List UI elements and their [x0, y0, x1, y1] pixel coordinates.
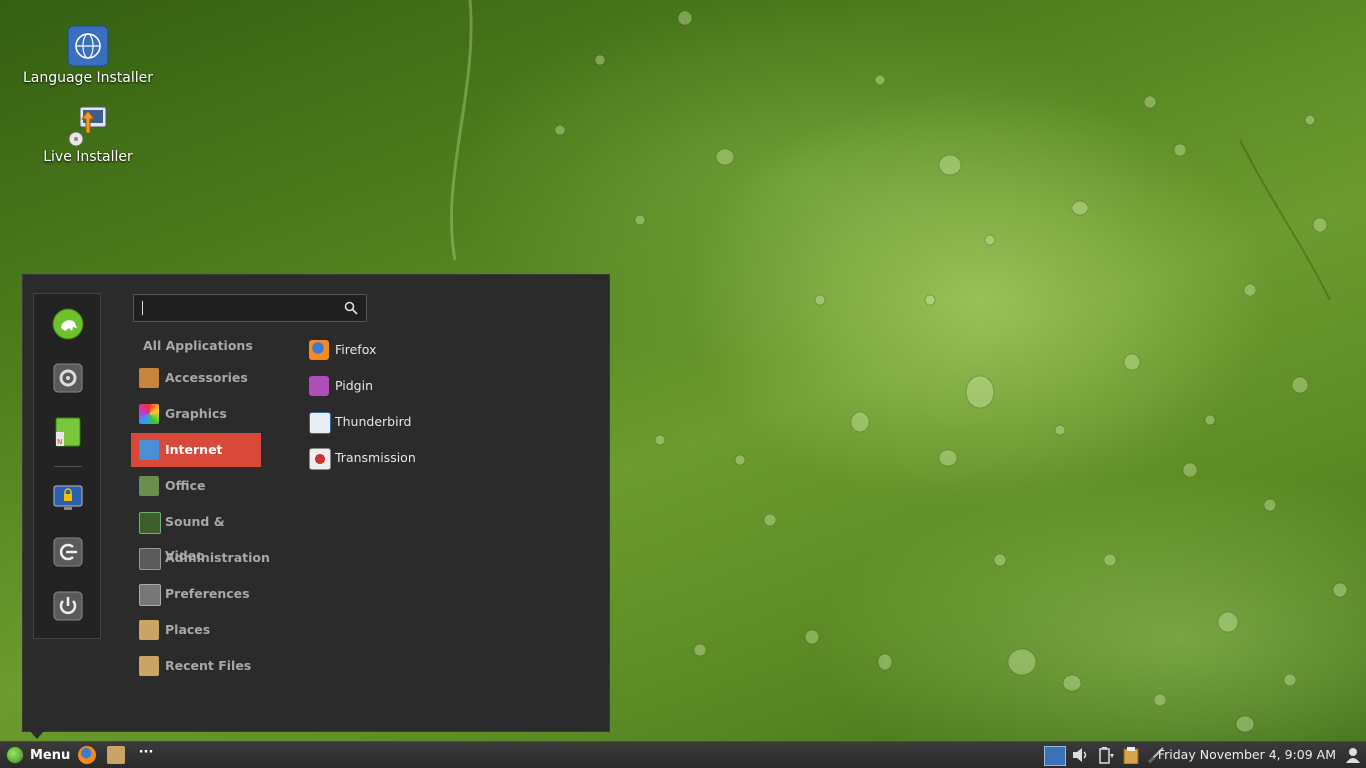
category-all-applications[interactable]: All Applications — [131, 329, 261, 363]
category-label: Preferences — [165, 586, 250, 601]
category-administration[interactable]: Administration — [131, 541, 270, 575]
category-accessories[interactable]: Accessories — [131, 361, 261, 395]
recent-files-icon — [139, 656, 159, 676]
category-label: Accessories — [165, 370, 248, 385]
thunderbird-icon — [309, 412, 331, 434]
user-icon[interactable] — [1344, 746, 1362, 764]
folder-icon — [139, 620, 159, 640]
search-icon[interactable] — [344, 301, 358, 315]
workspace-icon[interactable] — [1044, 746, 1066, 766]
graphics-icon — [139, 404, 159, 424]
category-label: Graphics — [165, 406, 227, 421]
globe-icon — [67, 25, 109, 67]
administration-icon — [139, 548, 161, 570]
application-menu: N All Applications Accessories Graphics … — [22, 274, 610, 732]
app-firefox[interactable]: Firefox — [307, 337, 376, 363]
battery-icon[interactable] — [1096, 746, 1116, 764]
notes-icon[interactable]: N — [52, 416, 84, 448]
category-label: Places — [165, 622, 211, 637]
category-sound-video[interactable]: Sound & Video — [131, 505, 261, 563]
clipboard-icon[interactable] — [1121, 746, 1141, 764]
power-icon[interactable] — [52, 590, 84, 622]
system-monitor-icon[interactable] — [52, 308, 84, 340]
app-pidgin[interactable]: Pidgin — [307, 373, 373, 399]
app-label: Pidgin — [335, 378, 374, 393]
category-label: Internet — [165, 442, 223, 457]
desktop-icon-live-installer[interactable]: Live Installer — [13, 103, 163, 165]
app-label: Firefox — [335, 342, 377, 357]
settings-icon[interactable] — [52, 362, 84, 394]
desktop-icon-label: Language Installer — [22, 70, 154, 86]
app-thunderbird[interactable]: Thunderbird — [307, 409, 411, 435]
search-input[interactable] — [140, 298, 334, 320]
internet-icon — [139, 440, 159, 460]
category-label: Office — [165, 478, 206, 493]
category-label: Recent Files — [165, 658, 252, 673]
firefox-icon — [309, 340, 329, 360]
more-icon[interactable]: ··· — [136, 746, 156, 764]
clock[interactable]: Friday November 4, 9:09 AM — [1158, 742, 1336, 768]
app-label: Thunderbird — [335, 414, 412, 429]
mint-logo-icon — [6, 746, 24, 764]
category-preferences[interactable]: Preferences — [131, 577, 261, 611]
installer-icon — [68, 106, 107, 147]
category-office[interactable]: Office — [131, 469, 261, 503]
category-places[interactable]: Places — [131, 613, 261, 647]
menu-button-label: Menu — [30, 748, 71, 763]
search-box[interactable] — [133, 294, 367, 322]
favorites-bar: N — [33, 293, 101, 639]
category-internet[interactable]: Internet — [131, 433, 261, 467]
svg-text:N: N — [57, 438, 62, 446]
taskbar: Menu ··· Friday November 4, 9:09 AM — [0, 741, 1366, 768]
app-label: Transmission — [335, 450, 416, 465]
text-cursor — [142, 301, 143, 315]
menu-button[interactable]: Menu — [4, 745, 70, 766]
lock-screen-icon[interactable] — [52, 482, 84, 514]
logout-icon[interactable] — [52, 536, 84, 568]
category-recent-files[interactable]: Recent Files — [131, 649, 261, 683]
desktop-icon-language-installer[interactable]: Language Installer — [13, 24, 163, 86]
pidgin-icon — [309, 376, 329, 396]
firefox-icon[interactable] — [78, 746, 96, 764]
category-graphics[interactable]: Graphics — [131, 397, 261, 431]
office-icon — [139, 476, 159, 496]
category-label: All Applications — [143, 338, 253, 353]
accessories-icon — [139, 368, 159, 388]
favorites-separator — [54, 466, 82, 467]
desktop-icon-label: Live Installer — [43, 149, 133, 165]
app-transmission[interactable]: Transmission — [307, 445, 416, 471]
volume-icon[interactable] — [1071, 746, 1091, 764]
preferences-icon — [139, 584, 161, 606]
category-label: Administration — [165, 550, 270, 565]
menu-pointer — [30, 731, 44, 739]
transmission-icon — [309, 448, 331, 470]
files-icon[interactable] — [107, 746, 125, 764]
sound-video-icon — [139, 512, 161, 534]
